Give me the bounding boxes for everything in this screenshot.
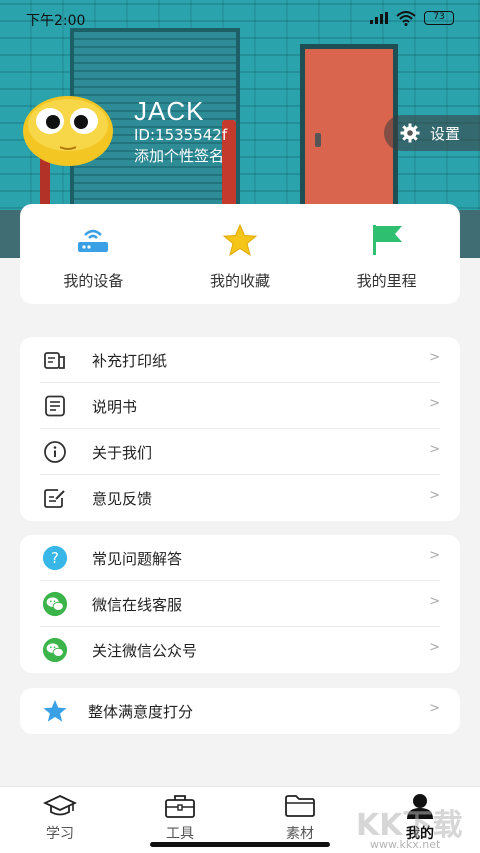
chevron-right-icon: > xyxy=(429,640,440,655)
settings-label: 设置 xyxy=(430,124,461,143)
watermark: KK下载 www.kkx.net xyxy=(356,800,476,852)
quick-item-label: 我的里程 xyxy=(356,272,417,290)
chevron-right-icon: > xyxy=(429,701,440,716)
chevron-right-icon: > xyxy=(429,594,440,609)
user-name: JACK xyxy=(134,96,205,126)
quick-item-favorites[interactable]: 我的收藏 xyxy=(167,204,314,304)
folder-icon xyxy=(285,795,315,817)
chevron-right-icon: > xyxy=(429,548,440,563)
menu-item-label: 补充打印纸 xyxy=(92,352,168,370)
user-id: ID:1535542f xyxy=(134,126,228,144)
menu-item-label: 常见问题解答 xyxy=(92,550,183,568)
graduation-cap-icon xyxy=(43,795,77,816)
settings-button[interactable]: 设置 xyxy=(384,115,480,151)
menu-item-label: 整体满意度打分 xyxy=(88,703,194,721)
star-icon xyxy=(43,700,67,722)
tab-study[interactable]: 学习 xyxy=(20,793,100,843)
quick-actions-card: 我的设备 我的收藏 我的里程 xyxy=(20,204,460,304)
menu-group-rating: 整体满意度打分 > xyxy=(20,688,460,734)
toolbox-icon xyxy=(165,795,195,818)
info-icon xyxy=(44,441,66,463)
menu-item-label: 微信在线客服 xyxy=(92,596,183,614)
star-icon xyxy=(222,223,258,257)
chevron-right-icon: > xyxy=(429,488,440,503)
menu-item-label: 说明书 xyxy=(92,398,138,416)
tab-tools[interactable]: 工具 xyxy=(140,793,220,843)
signal-icon xyxy=(370,12,390,24)
quick-item-devices[interactable]: 我的设备 xyxy=(20,204,167,304)
menu-group-support: ? 常见问题解答 > 微信在线客服 > 关注微信公众号 > xyxy=(20,535,460,673)
flag-icon xyxy=(372,225,402,255)
quick-item-label: 我的收藏 xyxy=(210,272,271,290)
quick-item-mileage[interactable]: 我的里程 xyxy=(313,204,460,304)
feedback-icon xyxy=(44,489,65,508)
status-time: 下午2:00 xyxy=(26,13,86,29)
menu-item-faq[interactable]: ? 常见问题解答 > xyxy=(20,535,460,581)
svg-text:?: ? xyxy=(51,549,59,567)
avatar[interactable] xyxy=(22,95,114,167)
chevron-right-icon: > xyxy=(429,396,440,411)
manual-icon xyxy=(45,395,65,417)
quick-item-label: 我的设备 xyxy=(63,272,124,290)
menu-item-feedback[interactable]: 意见反馈 > xyxy=(20,475,460,521)
wechat-icon xyxy=(42,637,68,663)
chevron-right-icon: > xyxy=(429,442,440,457)
menu-item-label: 关于我们 xyxy=(92,444,153,462)
menu-item-label: 关注微信公众号 xyxy=(92,642,198,660)
router-icon xyxy=(78,229,109,252)
home-indicator[interactable] xyxy=(150,842,330,847)
wifi-icon xyxy=(396,11,416,26)
menu-item-wechat-official[interactable]: 关注微信公众号 > xyxy=(20,627,460,673)
question-icon: ? xyxy=(42,545,68,571)
menu-group-general: 补充打印纸 > 说明书 > 关于我们 > 意见反馈 > xyxy=(20,337,460,521)
tab-label: 工具 xyxy=(166,826,194,842)
menu-item-wechat-service[interactable]: 微信在线客服 > xyxy=(20,581,460,627)
menu-item-label: 意见反馈 xyxy=(92,490,153,508)
tab-label: 学习 xyxy=(46,826,74,842)
menu-item-satisfaction-rating[interactable]: 整体满意度打分 > xyxy=(20,688,460,734)
menu-item-about[interactable]: 关于我们 > xyxy=(20,429,460,475)
battery-icon: 73 xyxy=(424,11,454,25)
wechat-icon xyxy=(42,591,68,617)
chevron-right-icon: > xyxy=(429,350,440,365)
gear-icon xyxy=(400,123,420,143)
status-bar: 下午2:00 73 xyxy=(0,0,480,36)
tab-materials[interactable]: 素材 xyxy=(260,793,340,843)
menu-item-refill-paper[interactable]: 补充打印纸 > xyxy=(20,337,460,383)
printer-paper-icon xyxy=(44,352,65,369)
watermark-url: www.kkx.net xyxy=(370,838,441,851)
signature-link[interactable]: 添加个性签名 xyxy=(134,145,224,166)
tab-label: 素材 xyxy=(286,826,314,842)
menu-item-manual[interactable]: 说明书 > xyxy=(20,383,460,429)
